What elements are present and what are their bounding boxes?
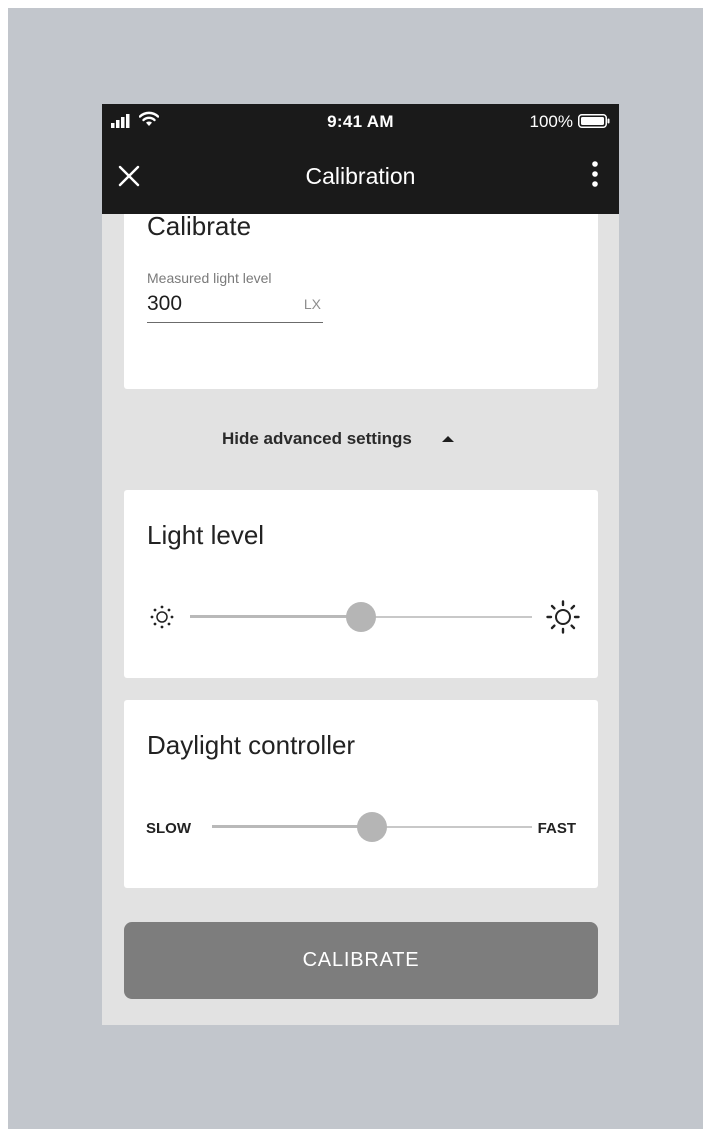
calibrate-button[interactable]: CALIBRATE: [124, 922, 598, 999]
calibrate-card-title: Calibrate: [147, 211, 252, 241]
more-vertical-icon[interactable]: [591, 160, 599, 190]
light-level-card: Light level: [124, 490, 598, 678]
fast-label: FAST: [537, 820, 576, 837]
slider-fill: [212, 825, 372, 828]
phone-screen: 9:41 AM 100% Calibration Calibrate Measu…: [102, 104, 619, 1025]
slider-thumb[interactable]: [357, 812, 387, 842]
page-title: Calibration: [305, 163, 416, 189]
light-level-title: Light level: [147, 520, 265, 550]
measured-light-level-input[interactable]: 300 LX: [147, 290, 323, 323]
measured-light-level-label: Measured light level: [147, 270, 272, 286]
measured-light-level-value[interactable]: 300: [147, 292, 182, 316]
sun-large-icon: [546, 600, 580, 634]
daylight-controller-title: Daylight controller: [147, 730, 356, 760]
daylight-controller-card: Daylight controller SLOW FAST: [124, 700, 598, 888]
caret-up-icon: [441, 436, 454, 442]
app-bar: Calibration: [102, 140, 619, 214]
battery-percentage: 100%: [529, 112, 573, 131]
daylight-controller-slider[interactable]: [212, 812, 532, 842]
slow-label: SLOW: [146, 820, 191, 837]
status-bar: 9:41 AM 100%: [102, 104, 619, 140]
battery-icon: [578, 114, 610, 128]
slider-thumb[interactable]: [346, 602, 376, 632]
hide-advanced-settings-toggle[interactable]: Hide advanced settings: [222, 426, 454, 452]
light-level-slider[interactable]: [190, 602, 532, 632]
advanced-settings-label: Hide advanced settings: [222, 429, 412, 448]
sun-small-icon: [150, 605, 174, 629]
slider-fill: [190, 615, 361, 618]
unit-label: LX: [303, 296, 321, 312]
